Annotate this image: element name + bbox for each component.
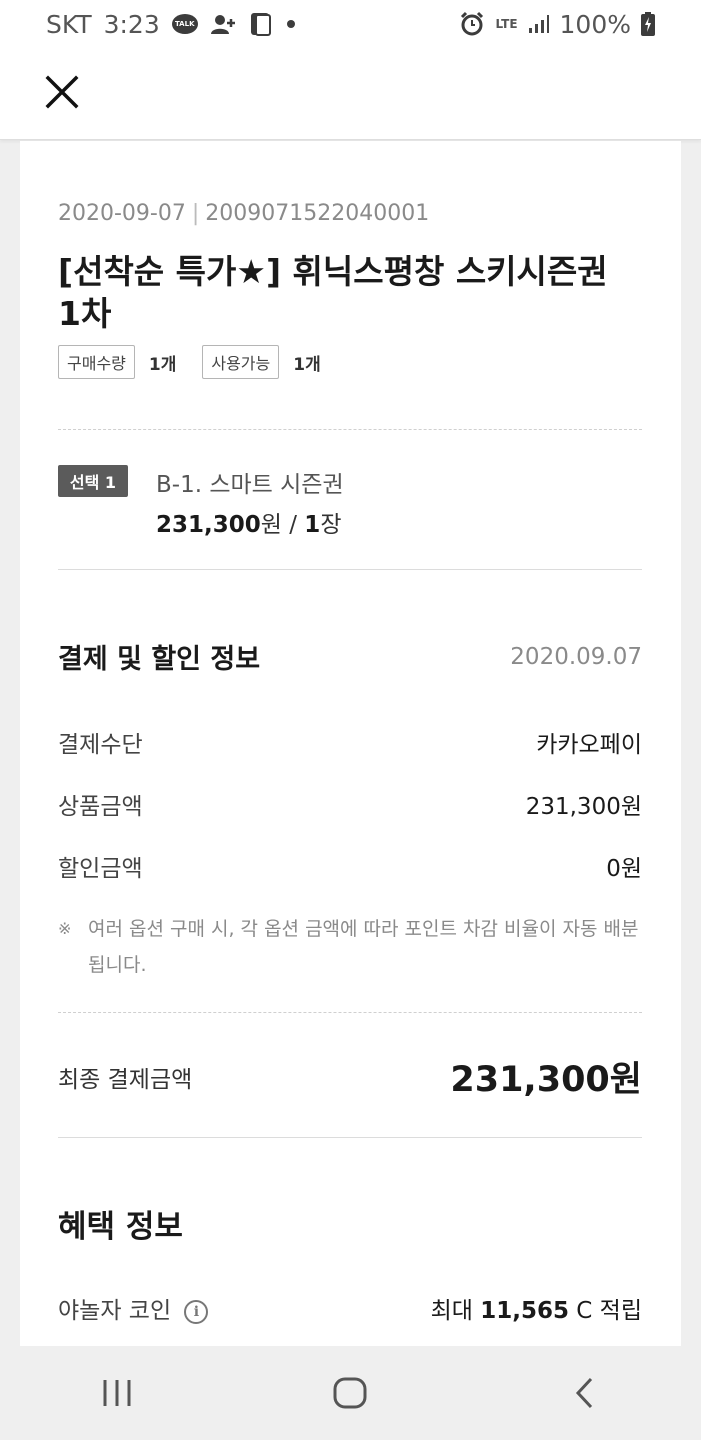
- payment-method-row: 결제수단 카카오페이: [58, 725, 642, 759]
- divider: [58, 1137, 642, 1138]
- usable-value: 1개: [293, 354, 321, 375]
- order-detail-card: 2020-09-07 | 2009071522040001 [선착순 특가★] 휘닉…: [20, 141, 681, 1346]
- option-price-amount: 231,300: [156, 512, 261, 538]
- divider: [58, 1012, 642, 1013]
- payment-header: 결제 및 할인 정보 2020.09.07: [58, 637, 642, 676]
- payment-section-title: 결제 및 할인 정보: [58, 644, 261, 675]
- talk-icon-text: TALK: [171, 14, 198, 34]
- row-value: 0원: [606, 856, 642, 882]
- purchase-qty-value: 1개: [148, 354, 177, 375]
- notification-card-icon: [248, 11, 274, 37]
- alarm-icon: [459, 11, 485, 37]
- add-person-icon: [210, 13, 236, 35]
- home-icon: [333, 1377, 367, 1409]
- network-type: LTE: [495, 17, 518, 31]
- note-mark: ※: [58, 919, 72, 938]
- benefit-section-title: 혜택 정보: [58, 1209, 183, 1245]
- signal-icon: [528, 14, 550, 34]
- option-name: B-1. 스마트 시즌권: [156, 472, 344, 498]
- option-price: 231,300원 / 1장: [156, 505, 341, 539]
- meta-separator: |: [191, 201, 200, 226]
- purchase-qty-chip: 구매수량: [58, 345, 135, 379]
- kakaotalk-icon: TALK: [171, 14, 198, 34]
- battery-percent: 100%: [559, 9, 631, 39]
- coin-label: 야놀자 코인: [58, 1298, 172, 1324]
- row-value: 카카오페이: [536, 732, 642, 758]
- coin-amount: 11,565: [480, 1298, 569, 1324]
- coin-suffix: C 적립: [568, 1298, 642, 1324]
- home-button[interactable]: [310, 1363, 390, 1423]
- final-amount-label: 최종 결제금액: [58, 1066, 193, 1093]
- quantity-chips: 구매수량 1개 사용가능 1개: [58, 345, 642, 379]
- discount-amount-row: 할인금액 0원: [58, 849, 642, 883]
- back-button[interactable]: [544, 1363, 624, 1423]
- divider: [58, 429, 642, 430]
- coin-prefix: 최대: [430, 1298, 481, 1324]
- row-label: 상품금액: [58, 794, 143, 820]
- close-icon: [45, 75, 79, 109]
- clock: 3:23: [103, 9, 160, 39]
- header: [0, 48, 701, 140]
- option-qty: 1: [304, 512, 321, 538]
- order-number: 2009071522040001: [205, 201, 430, 226]
- product-amount-row: 상품금액 231,300원: [58, 787, 642, 821]
- order-meta: 2020-09-07 | 2009071522040001: [58, 201, 642, 226]
- coin-row: 야놀자 코인 i 최대 11,565 C 적립: [58, 1291, 642, 1325]
- row-value: 231,300원: [525, 794, 642, 820]
- status-bar: SKT 3:23 TALK LTE 100%: [0, 0, 701, 48]
- option-badge: 선택 1: [58, 465, 128, 497]
- status-left: SKT 3:23 TALK: [46, 10, 296, 39]
- coin-value: 최대 11,565 C 적립: [431, 1291, 642, 1325]
- option-price-unit: 원 /: [260, 512, 305, 538]
- dot-icon: [286, 19, 296, 29]
- recent-apps-button[interactable]: [77, 1363, 157, 1423]
- coin-label-wrap: 야놀자 코인 i: [58, 1291, 209, 1325]
- usable-chip: 사용가능: [202, 345, 280, 379]
- system-navbar: [0, 1346, 701, 1440]
- note-text: 여러 옵션 구매 시, 각 옵션 금액에 따라 포인트 차감 비율이 자동 배분…: [88, 918, 639, 976]
- option-qty-unit: 장: [320, 512, 342, 538]
- status-right: LTE 100%: [459, 10, 655, 39]
- row-label: 결제수단: [58, 732, 143, 758]
- recent-apps-icon: [103, 1380, 131, 1406]
- divider: [58, 569, 642, 570]
- battery-charging-icon: [641, 12, 655, 36]
- payment-note: ※ 여러 옵션 구매 시, 각 옵션 금액에 따라 포인트 차감 비율이 자동 …: [58, 911, 642, 983]
- row-label: 할인금액: [58, 856, 143, 882]
- product-title: [선착순 특가★] 휘닉스평창 스키시즌권 1차: [58, 252, 608, 333]
- back-icon: [576, 1377, 593, 1409]
- final-amount-row: 최종 결제금액 231,300원: [58, 1051, 642, 1102]
- close-button[interactable]: [40, 70, 84, 114]
- payment-date: 2020.09.07: [510, 643, 642, 670]
- carrier: SKT: [46, 9, 92, 39]
- info-icon[interactable]: i: [184, 1299, 209, 1324]
- final-amount-value: 231,300원: [450, 1060, 642, 1100]
- order-date: 2020-09-07: [58, 201, 186, 226]
